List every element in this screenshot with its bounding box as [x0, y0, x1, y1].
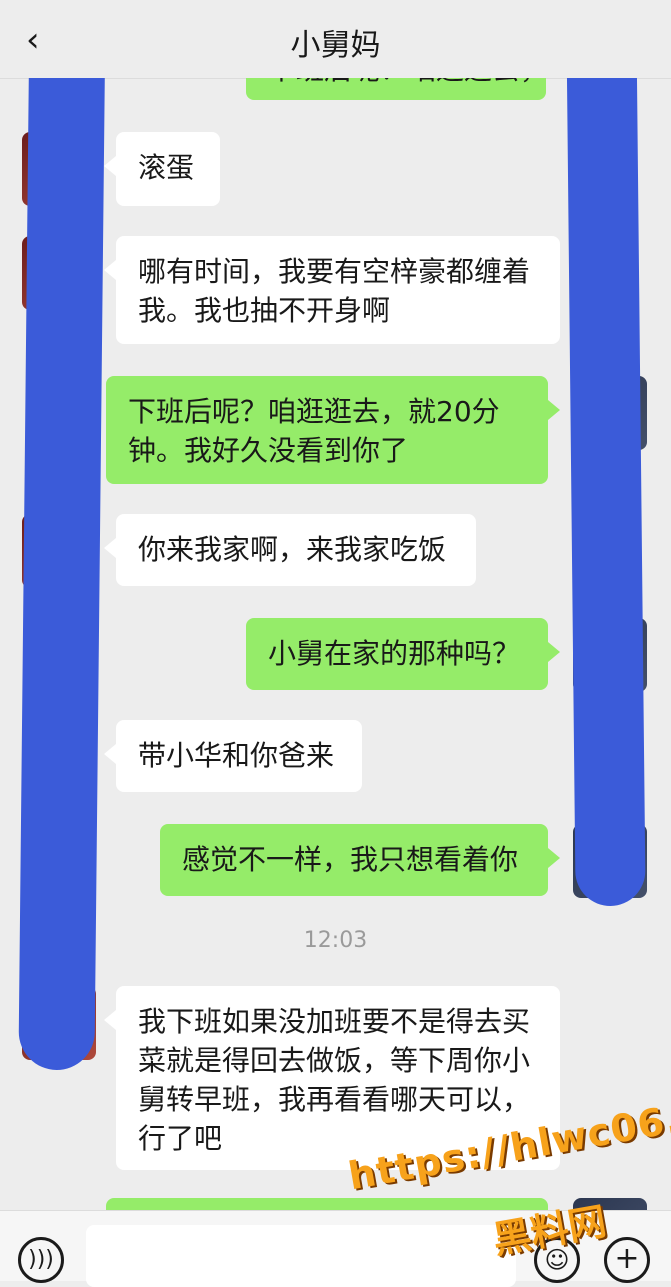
- message-text: 小舅在家的那种吗？: [268, 637, 521, 670]
- message-bubble-incoming[interactable]: 你来我家啊，来我家吃饭: [104, 514, 476, 586]
- message-list[interactable]: 下班后呢？咱逛逛去，就20分钟。我好久没看到你了 滚蛋 哪有时间，我要有空梓豪都…: [0, 78, 671, 1210]
- message-text: 你来我家啊，来我家吃饭: [138, 533, 447, 566]
- message-bubble-incoming[interactable]: 滚蛋: [104, 132, 220, 206]
- message-text: 感觉不一样，我只想看着你: [182, 843, 519, 876]
- redaction-scribble: [566, 78, 646, 907]
- redaction-scribble: [18, 78, 106, 1071]
- message-text: 哪有时间，我要有空梓豪都缠着我。我也抽不开身啊: [138, 255, 531, 327]
- message-bubble-outgoing[interactable]: [106, 1198, 548, 1210]
- message-timestamp: 12:03: [303, 928, 368, 953]
- message-input[interactable]: [86, 1225, 516, 1287]
- message-bubble-incoming[interactable]: 哪有时间，我要有空梓豪都缠着我。我也抽不开身啊: [104, 236, 560, 344]
- chat-title: 小舅妈: [290, 28, 381, 63]
- message-bubble-outgoing[interactable]: 感觉不一样，我只想看着你: [160, 824, 560, 896]
- message-bubble-incoming[interactable]: 带小华和你爸来: [104, 720, 362, 792]
- chat-header: ‹ 小舅妈: [0, 0, 671, 79]
- message-text: 滚蛋: [138, 151, 195, 184]
- message-text: 带小华和你爸来: [138, 739, 335, 772]
- message-text: 下班后呢？咱逛逛去，就20分钟。我好久没看到你了: [128, 395, 500, 467]
- message-bubble-outgoing[interactable]: 下班后呢？咱逛逛去，就20分钟。我好久没看到你了: [246, 78, 546, 100]
- message-text: 下班后呢？咱逛逛去，就20分钟。我好久没看到你了: [268, 78, 546, 86]
- message-bubble-outgoing[interactable]: 小舅在家的那种吗？: [246, 618, 560, 690]
- message-bubble-outgoing[interactable]: 下班后呢？咱逛逛去，就20分钟。我好久没看到你了: [106, 376, 560, 484]
- plus-icon[interactable]: +: [604, 1237, 650, 1283]
- voice-icon[interactable]: ))): [18, 1237, 64, 1283]
